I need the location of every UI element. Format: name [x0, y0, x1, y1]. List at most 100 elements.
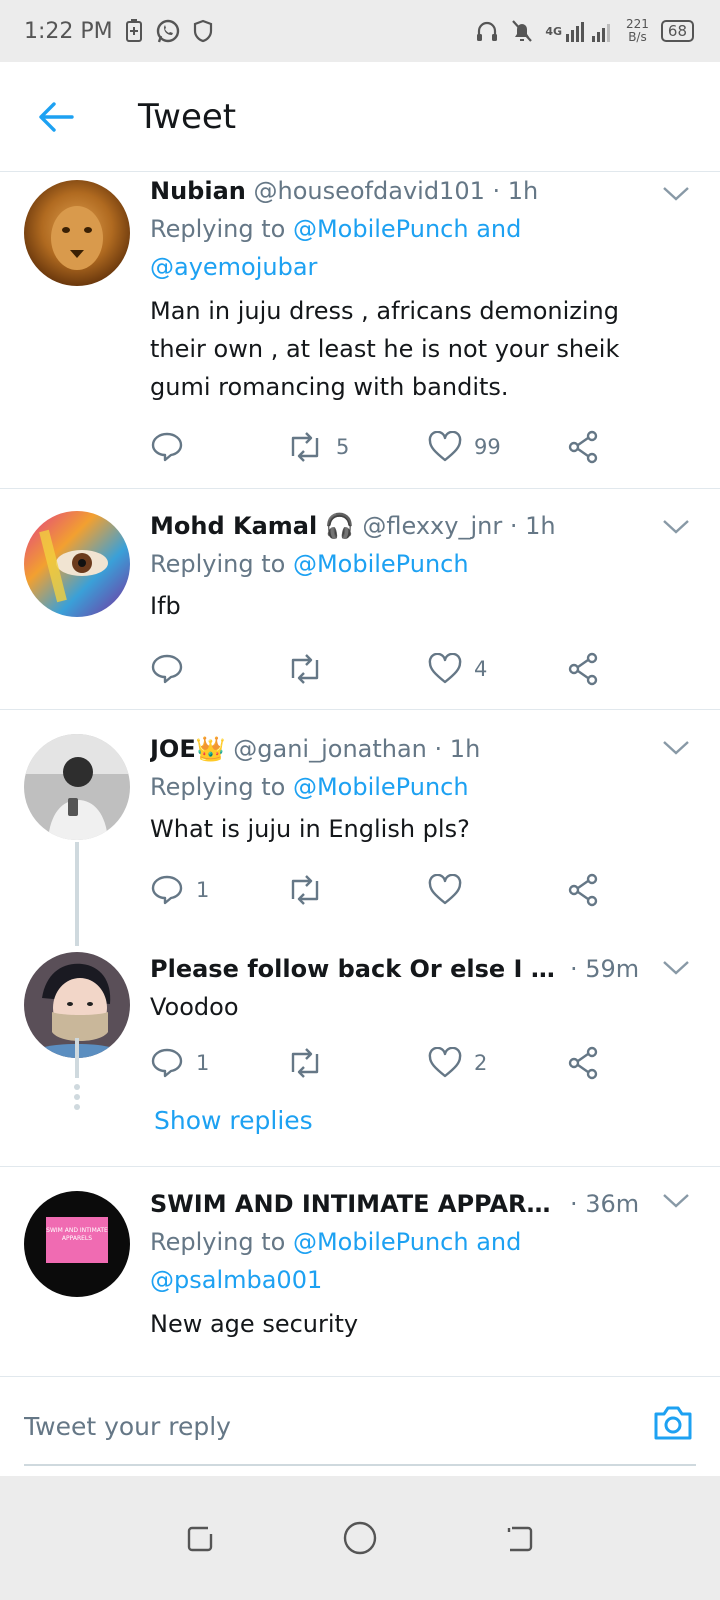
retweet-icon — [291, 432, 319, 462]
camera-button[interactable] — [650, 1401, 696, 1447]
user-name[interactable]: Nubian — [150, 177, 246, 205]
user-name[interactable]: JOE — [150, 735, 196, 763]
back-button[interactable] — [26, 87, 86, 147]
retweet-icon — [291, 654, 319, 684]
user-handle[interactable]: @flexxy_jnr — [362, 512, 502, 540]
system-nav-bar — [0, 1476, 720, 1600]
retweet-button[interactable] — [286, 646, 336, 692]
recents-button[interactable] — [175, 1513, 225, 1563]
status-bar: 1:22 PM 4G 221 B/s 68 — [0, 0, 720, 62]
tweet-actions: 1 — [150, 867, 620, 913]
user-handle[interactable]: @houseofdavid101 — [254, 177, 485, 205]
whatsapp-icon — [155, 18, 181, 44]
reply-icon — [151, 875, 183, 905]
reply-mention-link[interactable]: @ayemojubar — [150, 253, 317, 281]
like-button[interactable]: 99 — [428, 424, 501, 470]
tweet-item[interactable]: JOE👑 @gani_jonathan · 1h Replying to @Mo… — [0, 710, 720, 930]
heart-icon — [428, 874, 462, 905]
like-button[interactable]: 2 — [428, 1040, 487, 1086]
tweet-actions: 1 2 — [150, 1040, 620, 1086]
user-handle[interactable]: @gani_jonathan — [233, 735, 427, 763]
reply-mention-link[interactable]: @MobilePunch — [293, 773, 469, 801]
share-icon — [568, 652, 598, 686]
reply-mention-link[interactable]: @MobilePunch and — [293, 1228, 521, 1256]
avatar[interactable] — [24, 180, 130, 286]
tweet-text: Voodoo — [150, 993, 239, 1021]
reply-button[interactable] — [150, 424, 196, 470]
share-button[interactable] — [566, 867, 600, 913]
reply-mention-link[interactable]: @MobilePunch — [293, 550, 469, 578]
retweet-button[interactable] — [286, 867, 336, 913]
avatar[interactable]: SWIM AND INTIMATE APPARELS — [24, 1191, 130, 1297]
home-button[interactable] — [335, 1513, 385, 1563]
replying-label: Replying to — [150, 550, 286, 578]
headphones-emoji: 🎧 — [324, 512, 355, 540]
camera-icon — [654, 1406, 692, 1440]
tweet-text: What is juju in English pls? — [150, 815, 470, 843]
tweet-item[interactable]: Please follow back Or else I go u... · 5… — [0, 930, 720, 1166]
reply-icon — [151, 654, 183, 684]
heart-icon — [428, 1047, 462, 1078]
share-button[interactable] — [566, 646, 600, 692]
composer-underline — [24, 1464, 696, 1466]
replies-list[interactable]: Nubian @houseofdavid101 · 1h Replying to… — [0, 172, 720, 1376]
heart-icon — [428, 653, 462, 684]
avatar[interactable] — [24, 511, 130, 617]
network-speed: 221 B/s — [626, 17, 649, 44]
status-time: 1:22 PM — [24, 18, 113, 44]
user-name[interactable]: SWIM AND INTIMATE APPARE... — [150, 1185, 562, 1223]
reply-mention-link[interactable]: @MobilePunch and — [293, 215, 521, 243]
share-icon — [568, 873, 598, 907]
crown-emoji: 👑 — [195, 735, 226, 763]
share-icon — [568, 1046, 598, 1080]
user-name[interactable]: Mohd Kamal — [150, 512, 317, 540]
mute-icon — [511, 19, 533, 43]
tweet-time: · 1h — [509, 512, 556, 540]
retweet-button[interactable] — [286, 1040, 336, 1086]
tweet-time: · 59m — [570, 955, 640, 983]
reply-button[interactable]: 1 — [150, 1040, 209, 1086]
share-button[interactable] — [566, 424, 600, 470]
reply-button[interactable]: 1 — [150, 867, 209, 913]
reply-mention-link[interactable]: @psalmba001 — [150, 1266, 322, 1294]
tweet-time: · 1h — [434, 735, 481, 763]
share-button[interactable] — [566, 1040, 600, 1086]
thread-dots — [73, 1084, 81, 1114]
like-button[interactable] — [428, 867, 474, 913]
reply-icon — [151, 432, 183, 462]
tweet-item[interactable]: SWIM AND INTIMATE APPARELS SWIM AND INTI… — [0, 1167, 720, 1376]
user-name[interactable]: Please follow back Or else I go u... — [150, 950, 562, 988]
headphones-icon — [475, 19, 499, 43]
retweet-icon — [291, 875, 319, 905]
avatar[interactable] — [24, 734, 130, 840]
replying-label: Replying to — [150, 773, 286, 801]
battery-indicator: 68 — [660, 20, 694, 42]
tweet-text: New age security — [150, 1310, 359, 1338]
home-circle-icon — [343, 1521, 377, 1555]
share-icon — [568, 430, 598, 464]
tweet-time: · 1h — [492, 177, 539, 205]
back-nav-button[interactable] — [495, 1513, 545, 1563]
tweet-actions: 4 — [150, 646, 620, 692]
chevron-down-icon[interactable] — [660, 1185, 692, 1217]
chevron-down-icon[interactable] — [660, 178, 692, 210]
like-button[interactable]: 4 — [428, 646, 487, 692]
tweet-item[interactable]: Nubian @houseofdavid101 · 1h Replying to… — [0, 172, 720, 488]
replying-label: Replying to — [150, 1228, 286, 1256]
reply-button[interactable] — [150, 646, 196, 692]
chevron-down-icon[interactable] — [660, 732, 692, 764]
tweet-text: Man in juju dress , africans demonizing … — [150, 297, 620, 401]
shield-icon — [193, 19, 213, 43]
recents-icon — [187, 1526, 213, 1552]
tweet-text: Ifb — [150, 592, 181, 620]
heart-icon — [428, 431, 462, 462]
chevron-down-icon[interactable] — [660, 511, 692, 543]
replying-label: Replying to — [150, 215, 286, 243]
retweet-button[interactable]: 5 — [286, 424, 349, 470]
chevron-down-icon[interactable] — [660, 952, 692, 984]
reply-composer — [0, 1376, 720, 1476]
tweet-item[interactable]: Mohd Kamal 🎧 @flexxy_jnr · 1h Replying t… — [0, 489, 720, 709]
thread-connector — [75, 1038, 79, 1078]
show-replies-link[interactable]: Show replies — [154, 1106, 313, 1135]
reply-input[interactable] — [24, 1403, 614, 1449]
